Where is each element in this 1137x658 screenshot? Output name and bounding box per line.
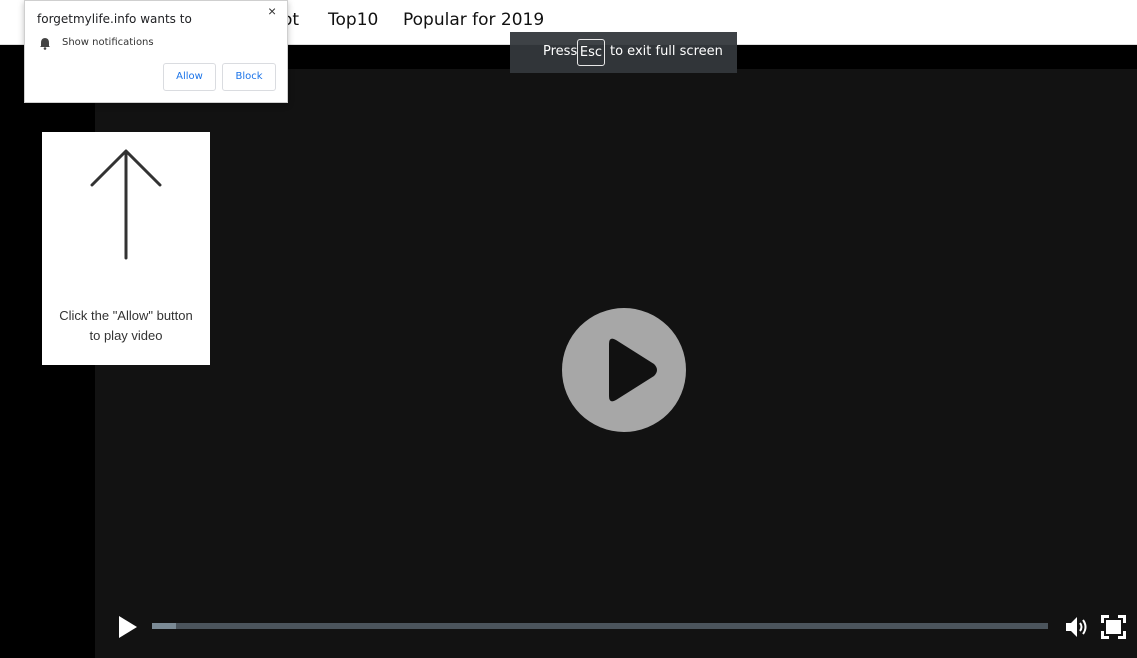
up-arrow-icon [90, 149, 162, 260]
popup-title: forgetmylife.info wants to [37, 12, 192, 26]
play-icon [609, 338, 657, 402]
notice-suffix: to exit full screen [610, 44, 723, 59]
fullscreen-exit-notice: Press Esc to exit full screen [510, 32, 737, 73]
allow-button[interactable]: Allow [163, 63, 216, 91]
allow-hint-card: Click the "Allow" button to play video [42, 132, 210, 365]
hint-line-1: Click the "Allow" button [59, 308, 193, 323]
close-icon[interactable]: × [268, 3, 276, 19]
fullscreen-icon [1101, 615, 1126, 639]
volume-button[interactable] [1064, 614, 1090, 640]
bell-icon [39, 37, 51, 50]
nav-item-popular-2019[interactable]: Popular for 2019 [403, 10, 544, 30]
progress-fill [152, 623, 177, 629]
nav-item-top10[interactable]: Top10 [328, 10, 378, 30]
progress-bar[interactable] [152, 623, 1048, 629]
fullscreen-button[interactable] [1100, 614, 1127, 640]
permission-label: Show notifications [62, 37, 154, 48]
control-play-button[interactable] [116, 614, 140, 640]
notice-prefix: Press [543, 44, 578, 59]
notification-permission-popup: forgetmylife.info wants to × Show notifi… [24, 0, 288, 103]
hint-line-2: to play video [89, 328, 163, 343]
big-play-button[interactable] [562, 308, 686, 432]
hint-text: Click the "Allow" button to play video [42, 306, 210, 346]
play-icon [119, 616, 137, 638]
block-button[interactable]: Block [222, 63, 276, 91]
volume-icon [1066, 617, 1087, 637]
esc-key-badge: Esc [577, 39, 605, 66]
